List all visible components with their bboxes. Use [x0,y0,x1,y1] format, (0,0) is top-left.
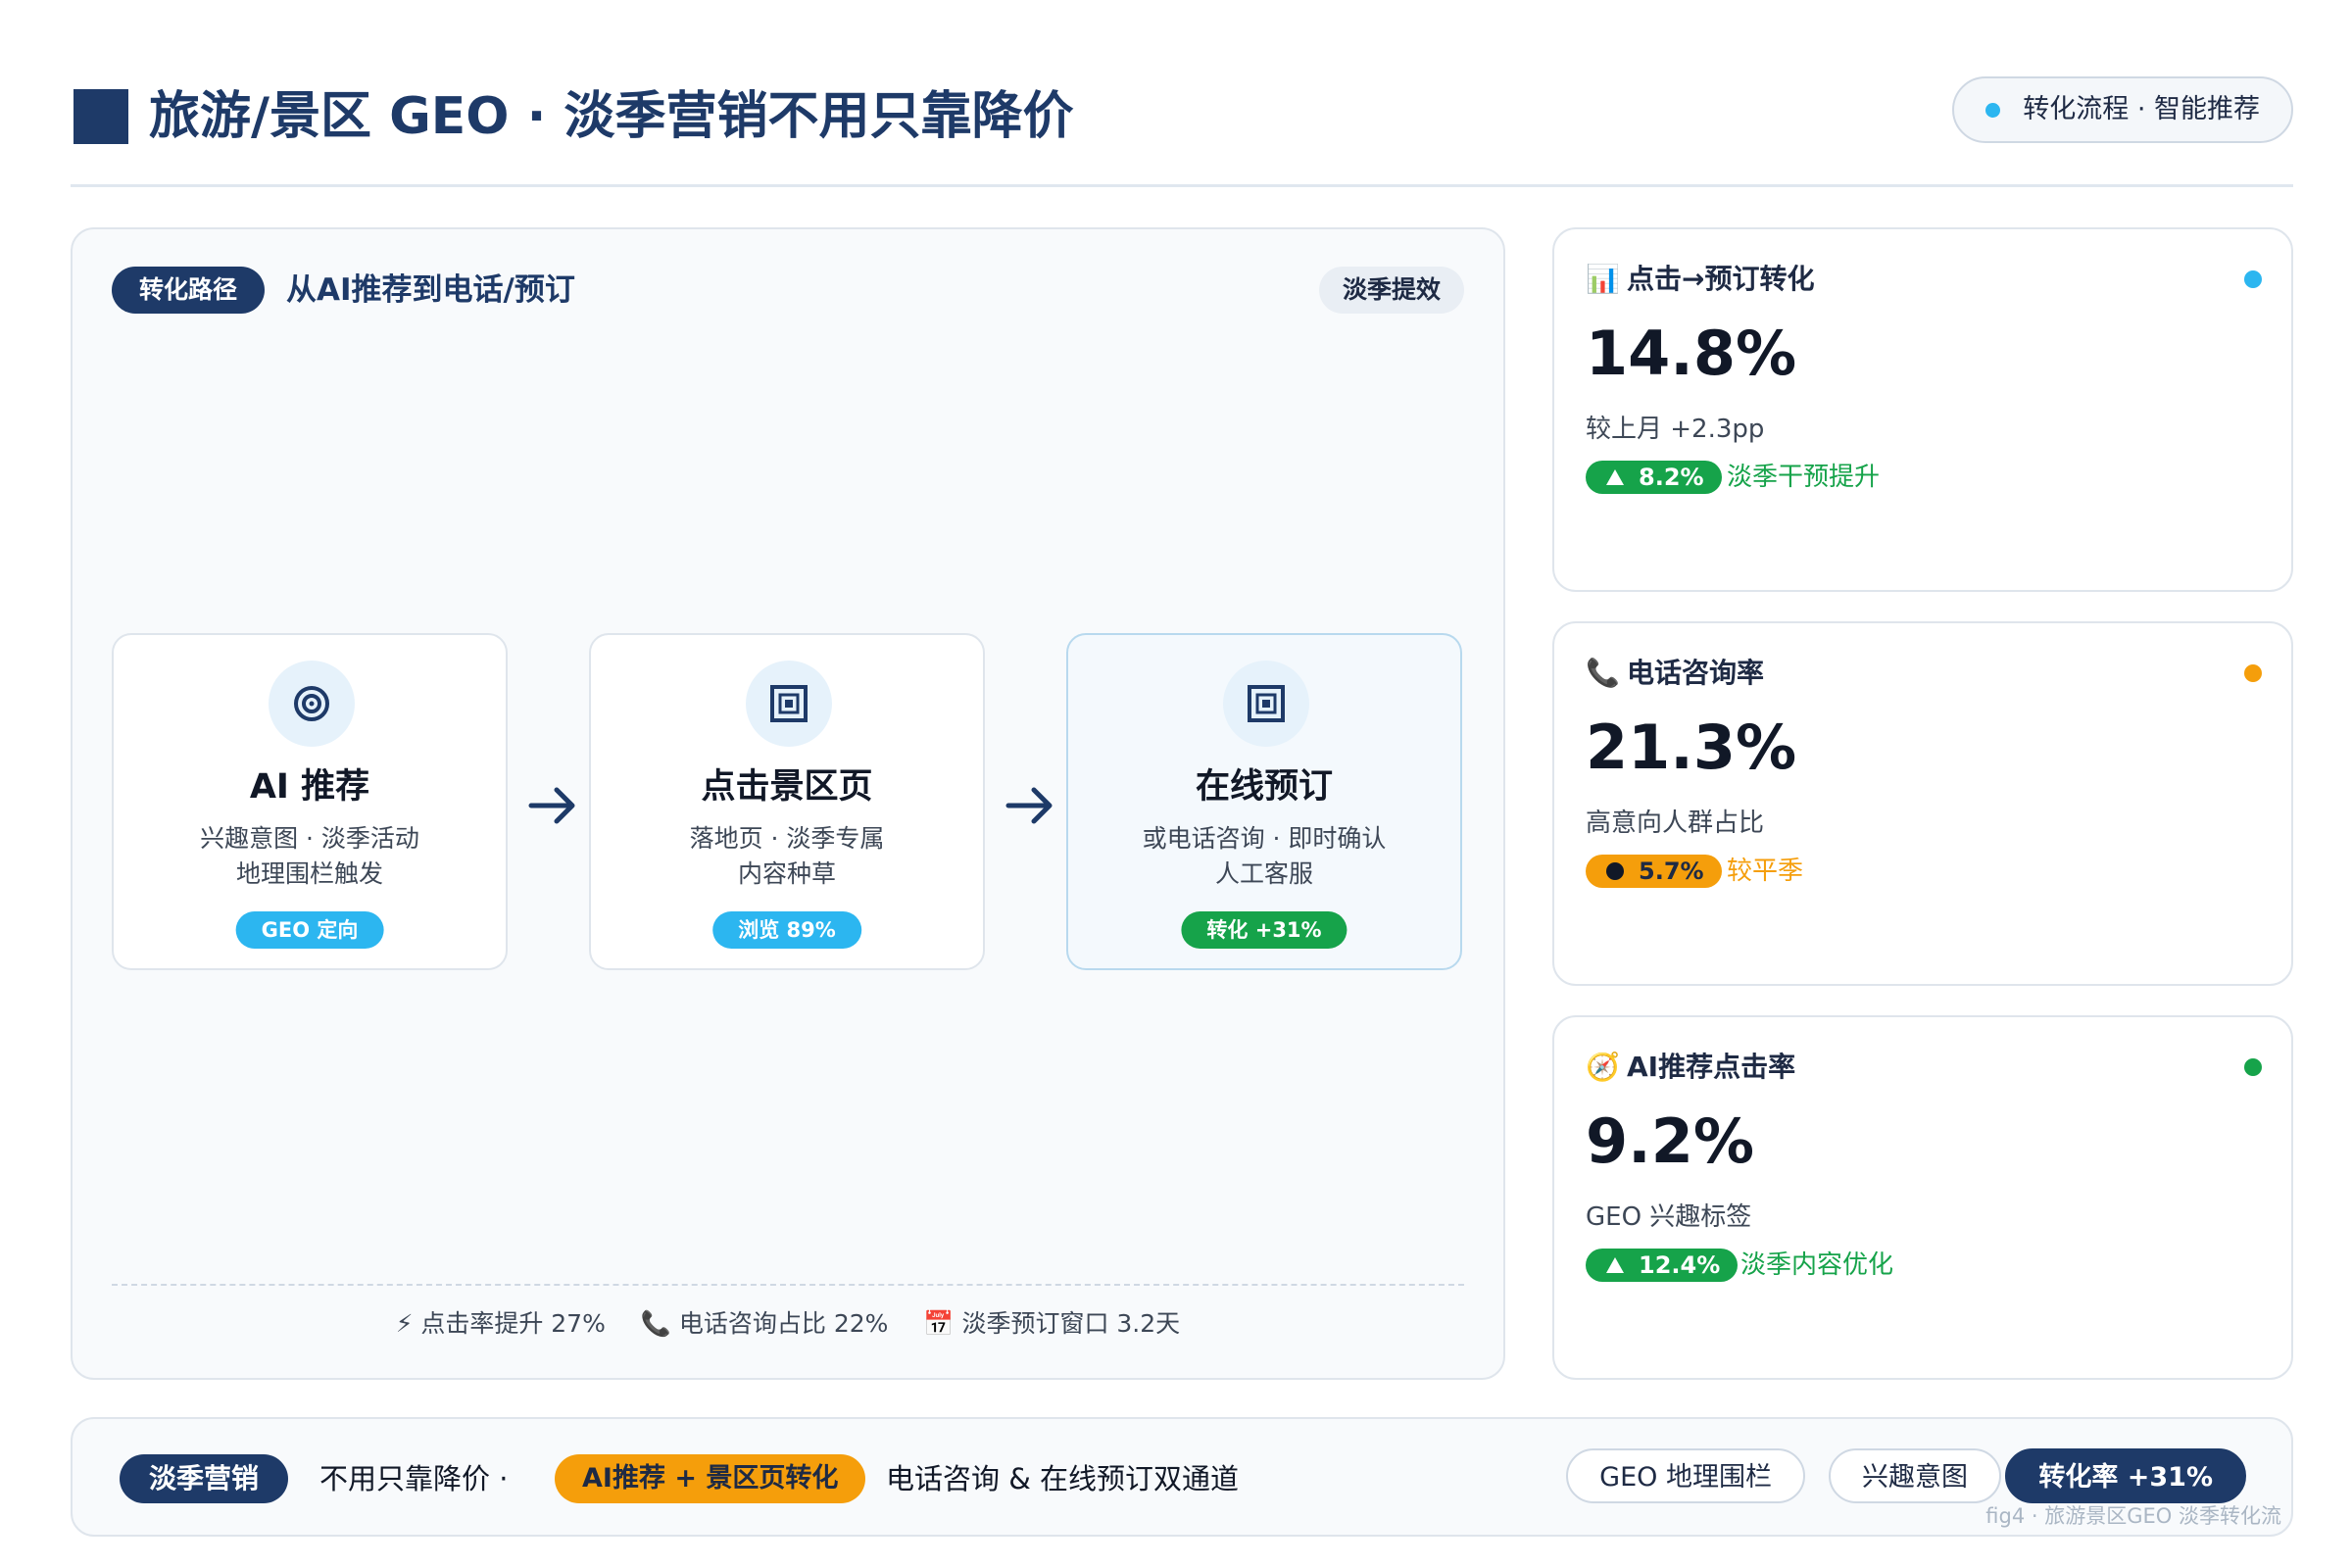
step-title: 在线预订 [1195,767,1333,807]
step-badge: 转化 +31% [1181,911,1348,949]
figure-caption: fig4 · 旅游景区GEO 淡季转化流 [1985,1504,2281,1528]
kpi-card-phone-inquiry[interactable]: 📞 电话咨询率 21.3% 高意向人群占比 5.7% 较平季 [1552,621,2293,986]
kpi-note: 淡季内容优化 [1740,1250,1894,1280]
footer-stat-text: 电话咨询占比 22% [678,1309,889,1338]
step-desc-line: 兴趣意图 · 淡季活动 [200,824,419,853]
step-badge: 浏览 89% [712,911,861,949]
kpi-subtext: 较上月 +2.3pp [1586,415,1765,444]
kpi-change-value: 5.7% [1639,858,1704,885]
bottom-text: 电话咨询 & 在线预订双通道 [886,1462,1240,1495]
title-square-icon [74,89,128,144]
kpi-note: 较平季 [1727,857,1804,886]
step-desc-line: 地理围栏触发 [235,859,383,888]
kpi-note: 淡季干预提升 [1727,463,1881,492]
kpi-label: AI推荐点击率 [1627,1051,1796,1083]
kpi-value: 9.2% [1586,1105,1754,1177]
kpi-subtext: GEO 兴趣标签 [1586,1202,1752,1232]
phone-icon: 📞 [1586,657,1620,689]
target-icon [269,661,355,747]
offseason-marketing-badge: 淡季营销 [120,1454,289,1503]
footer-stat-text: 淡季预订窗口 3.2天 [961,1309,1181,1338]
kpi-value: 14.8% [1586,318,1797,389]
calendar-icon: 📅 [923,1309,955,1338]
step-badge: GEO 定向 [235,911,384,949]
step-title: AI 推荐 [249,767,370,807]
highlight-badge: AI推荐 + 景区页转化 [555,1454,866,1503]
kpi-status-dot [2244,664,2262,682]
step-description: 或电话咨询 · 即时确认 人工客服 [1068,821,1460,892]
header: 旅游/景区 GEO · 淡季营销不用只靠降价 转化流程 · 智能推荐 [71,63,2293,188]
dot-icon [1606,862,1624,880]
kpi-change-chip: 8.2% [1586,461,1722,494]
flow-recommend-pill-label: 转化流程 · 智能推荐 [2023,94,2260,124]
phone-icon: 📞 [640,1309,671,1338]
footer-stat-text: 点击率提升 27% [420,1309,606,1338]
footer-stat-ctr: ⚡ 点击率提升 27% [396,1298,606,1350]
kpi-card-booking-conversion[interactable]: 📊 点击→预订转化 14.8% 较上月 +2.3pp 8.2% 淡季干预提升 [1552,227,2293,592]
flow-footer-stats: ⚡ 点击率提升 27% 📞 电话咨询占比 22% 📅 淡季预订窗口 3.2天 [73,1298,1503,1350]
kpi-label: 点击→预订转化 [1627,263,1815,295]
bottom-text: 不用只靠降价 · [319,1462,509,1495]
step-ai-recommend[interactable]: AI 推荐 兴趣意图 · 淡季活动 地理围栏触发 GEO 定向 [112,633,508,970]
tag-geo-fence[interactable]: GEO 地理围栏 [1566,1448,1805,1503]
up-triangle-icon [1606,469,1624,485]
page-title: 旅游/景区 GEO · 淡季营销不用只靠降价 [149,87,1074,146]
step-online-booking[interactable]: 在线预订 或电话咨询 · 即时确认 人工客服 转化 +31% [1066,633,1462,970]
up-triangle-icon [1606,1257,1624,1273]
compass-icon: 🧭 [1586,1051,1620,1083]
tag-interest-intent[interactable]: 兴趣意图 [1829,1448,2001,1503]
kpi-change-value: 8.2% [1639,464,1704,491]
arrow-right-icon [528,787,575,824]
flow-divider [112,1284,1464,1286]
kpi-label: 电话咨询率 [1627,657,1765,689]
step-desc-line: 或电话咨询 · 即时确认 [1142,824,1387,853]
route-title: 从AI推荐到电话/预订 [286,272,575,308]
status-dot-icon [1985,103,2001,118]
kpi-subtext: 高意向人群占比 [1586,808,1765,838]
step-desc-line: 人工客服 [1214,859,1313,888]
kpi-card-ai-ctr[interactable]: 🧭 AI推荐点击率 9.2% GEO 兴趣标签 12.4% 淡季内容优化 [1552,1015,2293,1380]
step-click-page[interactable]: 点击景区页 落地页 · 淡季专属 内容种草 浏览 89% [589,633,985,970]
header-divider [71,184,2293,187]
route-badge: 转化路径 [112,267,266,314]
conversion-flow-card: 转化路径 从AI推荐到电话/预订 淡季提效 AI 推荐 兴趣意图 · 淡季活动 … [71,227,1505,1380]
kpi-value: 21.3% [1586,711,1797,783]
kpi-status-dot [2244,270,2262,288]
footer-stat-window: 📅 淡季预订窗口 3.2天 [923,1298,1180,1350]
offseason-pill[interactable]: 淡季提效 [1318,267,1464,314]
page-icon [746,661,832,747]
tag-conversion-rate[interactable]: 转化率 +31% [2005,1448,2246,1503]
flow-recommend-pill[interactable]: 转化流程 · 智能推荐 [1952,76,2293,143]
step-description: 落地页 · 淡季专属 内容种草 [591,821,983,892]
booking-icon [1223,661,1309,747]
bottom-summary-bar: 淡季营销 不用只靠降价 · AI推荐 + 景区页转化 电话咨询 & 在线预订双通… [71,1417,2293,1537]
lightning-icon: ⚡ [395,1309,414,1338]
kpi-change-chip: 5.7% [1586,855,1722,888]
step-description: 兴趣意图 · 淡季活动 地理围栏触发 [114,821,506,892]
footer-stat-phone: 📞 电话咨询占比 22% [641,1298,889,1350]
kpi-change-value: 12.4% [1639,1251,1721,1279]
kpi-change-chip: 12.4% [1586,1249,1739,1282]
arrow-right-icon [1005,787,1053,824]
bar-chart-icon: 📊 [1586,263,1620,295]
step-desc-line: 内容种草 [737,859,836,888]
step-desc-line: 落地页 · 淡季专属 [689,824,885,853]
kpi-status-dot [2244,1058,2262,1076]
step-title: 点击景区页 [701,767,873,807]
